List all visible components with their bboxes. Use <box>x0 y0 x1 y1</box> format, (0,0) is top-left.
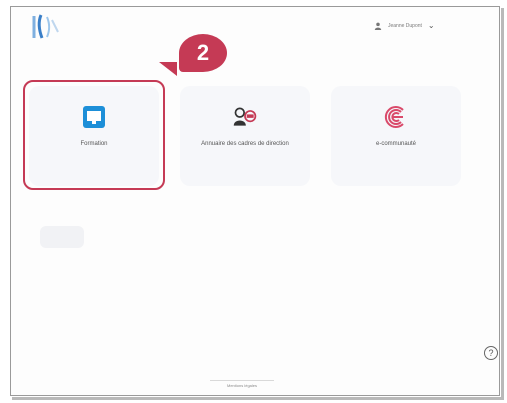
badge-tail <box>159 62 177 76</box>
placeholder-block <box>40 226 84 248</box>
tile-e-communaute[interactable]: e-communauté <box>331 86 461 186</box>
tile-label: Annuaire des cadres de direction <box>201 141 289 147</box>
footer-link[interactable]: Mentions légales <box>210 380 274 388</box>
app-logo <box>28 12 68 42</box>
step-badge: 2 <box>179 34 227 72</box>
user-menu[interactable]: Jeanne Dupont ⌄ <box>374 22 435 30</box>
user-icon <box>374 22 382 30</box>
highlight-box <box>23 80 165 190</box>
chevron-down-icon: ⌄ <box>427 21 435 30</box>
tile-annuaire[interactable]: Annuaire des cadres de direction <box>180 86 310 186</box>
tile-label: e-communauté <box>375 141 417 147</box>
e-community-icon <box>383 104 409 130</box>
user-name: Jeanne Dupont <box>388 23 422 29</box>
people-icon <box>232 104 258 130</box>
app-window <box>10 6 500 396</box>
help-icon[interactable]: ? <box>484 346 498 360</box>
